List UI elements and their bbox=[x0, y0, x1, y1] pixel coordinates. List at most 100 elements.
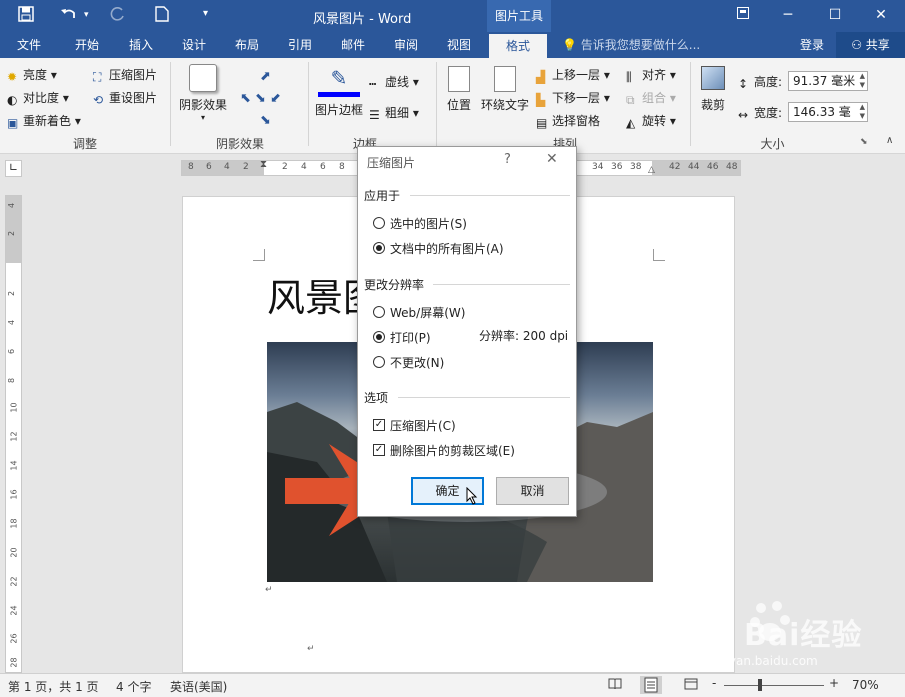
nudge-left-right-icon[interactable]: ⬉ ⬊ ⬋ bbox=[240, 88, 281, 110]
recolor-button[interactable]: ▣ 重新着色 ▾ bbox=[7, 112, 81, 130]
send-backward-button[interactable]: ▙ 下移一层 ▾ bbox=[536, 89, 610, 107]
weight-button[interactable]: ☰ 粗细 ▾ bbox=[369, 104, 419, 122]
help-icon[interactable]: ? bbox=[504, 152, 511, 167]
restore-ribbon-icon[interactable] bbox=[730, 4, 756, 26]
close-icon[interactable]: ✕ bbox=[546, 151, 558, 167]
zoom-slider-track[interactable] bbox=[724, 685, 824, 686]
brightness-button[interactable]: ✹ 亮度 ▾ bbox=[7, 66, 57, 84]
position-button[interactable]: 位置 bbox=[443, 66, 475, 113]
radio-all-pictures[interactable] bbox=[373, 242, 385, 254]
language[interactable]: 英语(美国) bbox=[170, 678, 227, 695]
height-label: ↕ 高度: bbox=[738, 73, 782, 91]
tab-references[interactable]: 引用 bbox=[277, 32, 323, 58]
tab-format[interactable]: 格式 bbox=[489, 34, 547, 58]
dashes-button[interactable]: ┅ 虚线 ▾ bbox=[369, 73, 419, 91]
ruler-tick: 8 bbox=[339, 162, 345, 172]
position-icon bbox=[448, 66, 470, 92]
shadow-effect-button[interactable]: 阴影效果 ▾ bbox=[178, 64, 228, 122]
tab-view[interactable]: 视图 bbox=[436, 32, 482, 58]
tab-stop-selector[interactable]: ∟ bbox=[5, 160, 22, 177]
ruler-tick: 6 bbox=[320, 162, 326, 172]
new-document-icon[interactable] bbox=[155, 6, 169, 26]
wrap-text-button[interactable]: 环绕文字 bbox=[480, 66, 530, 113]
width-text: 宽度: bbox=[754, 106, 783, 120]
option-all-pictures[interactable]: 文档中的所有图片(A) bbox=[390, 240, 504, 257]
zoom-slider-handle[interactable] bbox=[758, 679, 762, 691]
ruler-tick: 24 bbox=[9, 605, 19, 616]
compress-pictures-button[interactable]: ⛶ 压缩图片 bbox=[93, 66, 157, 84]
tab-home[interactable]: 开始 bbox=[64, 32, 110, 58]
option-web-screen[interactable]: Web/屏幕(W) bbox=[390, 304, 465, 321]
zoom-out-button[interactable]: - bbox=[712, 676, 716, 690]
tab-file[interactable]: 文件 bbox=[6, 32, 52, 58]
radio-web-screen[interactable] bbox=[373, 306, 385, 318]
radio-selected-pictures[interactable] bbox=[373, 217, 385, 229]
checkbox-compress-icon[interactable]: ✓ bbox=[373, 419, 385, 431]
rotate-button[interactable]: ◭ 旋转 ▾ bbox=[626, 112, 676, 130]
divider bbox=[398, 397, 570, 398]
zoom-level[interactable]: 70% bbox=[852, 678, 879, 692]
picture-border-button[interactable]: ✎ 图片边框 bbox=[314, 66, 364, 118]
selection-pane-button[interactable]: ▤ 选择窗格 bbox=[536, 112, 600, 130]
spin-arrows-icon[interactable]: ▲ ▼ bbox=[860, 103, 865, 121]
page-count[interactable]: 第 1 页，共 1 页 bbox=[8, 678, 99, 695]
nudge-up-icon[interactable]: ⬈ bbox=[240, 66, 281, 88]
group-label: 组合 bbox=[642, 91, 667, 105]
reset-picture-button[interactable]: ⟲ 重设图片 bbox=[93, 89, 157, 107]
size-dialog-launcher-icon[interactable]: ⬊ bbox=[860, 137, 868, 147]
option-delete-cropped-areas[interactable]: 删除图片的剪裁区域(E) bbox=[390, 442, 515, 459]
customize-icon[interactable]: ▾ bbox=[203, 8, 208, 19]
option-compress-pictures[interactable]: 压缩图片(C) bbox=[390, 417, 456, 434]
save-icon[interactable] bbox=[18, 6, 34, 26]
undo-dropdown-icon[interactable]: ▾ bbox=[84, 10, 89, 20]
checkbox-delete-cropped-icon[interactable]: ✓ bbox=[373, 444, 385, 456]
redo-icon[interactable] bbox=[110, 6, 126, 26]
close-icon[interactable]: ✕ bbox=[868, 4, 894, 26]
group-button[interactable]: ⧉ 组合 ▾ bbox=[626, 89, 676, 107]
shadow-effect-icon bbox=[189, 64, 217, 92]
spin-arrows-icon[interactable]: ▲ ▼ bbox=[860, 72, 865, 90]
crop-button[interactable]: 裁剪 bbox=[697, 66, 729, 113]
print-layout-icon[interactable] bbox=[640, 676, 662, 694]
indent-marker-icon[interactable]: ⧗ bbox=[260, 159, 267, 170]
minimize-icon[interactable]: ─ bbox=[775, 4, 801, 26]
radio-print[interactable] bbox=[373, 331, 385, 343]
word-count[interactable]: 4 个字 bbox=[116, 678, 151, 695]
tab-mailings[interactable]: 邮件 bbox=[330, 32, 376, 58]
option-selected-pictures[interactable]: 选中的图片(S) bbox=[390, 215, 467, 232]
vertical-ruler[interactable]: 4 2 2 4 6 8 10 12 14 16 18 20 22 24 26 2… bbox=[5, 195, 22, 673]
compress-pictures-dialog[interactable]: 压缩图片 ? ✕ 应用于 选中的图片(S) 文档中的所有图片(A) 更改分辨率 … bbox=[357, 146, 577, 517]
web-layout-icon[interactable] bbox=[684, 677, 698, 694]
baidu-watermark: Bai经验 jingyan.baidu.com bbox=[697, 598, 897, 673]
ruler-tick: 16 bbox=[9, 489, 19, 500]
contrast-button[interactable]: ◐ 对比度 ▾ bbox=[7, 89, 69, 107]
resolution-dpi-text: 分辨率: 200 dpi bbox=[479, 329, 569, 343]
tab-insert[interactable]: 插入 bbox=[118, 32, 164, 58]
read-mode-icon[interactable] bbox=[608, 677, 622, 694]
option-print[interactable]: 打印(P) bbox=[390, 329, 431, 346]
right-indent-marker-icon[interactable]: △ bbox=[648, 165, 655, 175]
paragraph-mark: ↵ bbox=[265, 585, 273, 595]
height-input[interactable]: 91.37 毫米 ▲ ▼ bbox=[788, 71, 868, 91]
collapse-ribbon-icon[interactable]: ∧ bbox=[886, 135, 893, 146]
weight-label: 粗细 bbox=[385, 106, 410, 120]
option-no-change[interactable]: 不更改(N) bbox=[390, 354, 444, 371]
tab-layout[interactable]: 布局 bbox=[224, 32, 270, 58]
ruler-tick: 18 bbox=[9, 518, 19, 529]
login-button[interactable]: 登录 bbox=[800, 32, 824, 58]
width-input[interactable]: 146.33 毫 ▲ ▼ bbox=[788, 102, 868, 122]
bring-forward-button[interactable]: ▟ 上移一层 ▾ bbox=[536, 66, 610, 84]
align-button[interactable]: ⫼ 对齐 ▾ bbox=[626, 66, 676, 84]
undo-icon[interactable] bbox=[60, 6, 78, 26]
nudge-down-icon[interactable]: ⬊ bbox=[240, 110, 281, 132]
tab-design[interactable]: 设计 bbox=[171, 32, 217, 58]
maximize-icon[interactable]: ☐ bbox=[822, 4, 848, 26]
tab-review[interactable]: 审阅 bbox=[383, 32, 429, 58]
ruler-tick: 8 bbox=[188, 162, 194, 172]
zoom-in-button[interactable]: + bbox=[829, 676, 839, 690]
tell-me-search[interactable]: 💡 告诉我您想要做什么... bbox=[562, 32, 700, 58]
share-button[interactable]: ⚇ 共享 bbox=[836, 32, 905, 58]
cancel-button[interactable]: 取消 bbox=[496, 477, 569, 505]
shadow-nudge-icons[interactable]: ⬈ ⬉ ⬊ ⬋ ⬊ bbox=[240, 66, 281, 132]
radio-no-change[interactable] bbox=[373, 356, 385, 368]
